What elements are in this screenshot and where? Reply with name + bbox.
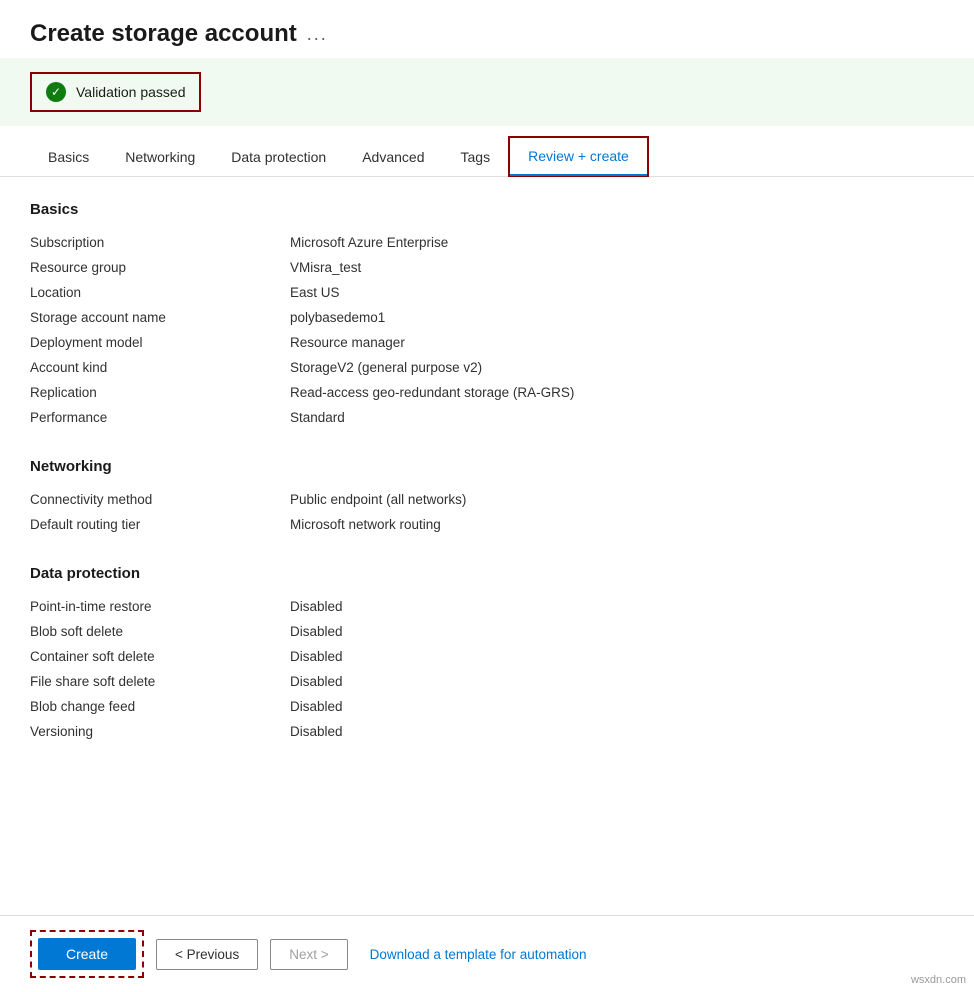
row-value: Disabled xyxy=(290,719,944,744)
networking-table: Connectivity methodPublic endpoint (all … xyxy=(30,487,944,537)
table-row: Account kindStorageV2 (general purpose v… xyxy=(30,355,944,380)
tab-networking[interactable]: Networking xyxy=(107,139,213,177)
page-ellipsis: ... xyxy=(307,24,328,45)
table-row: Container soft deleteDisabled xyxy=(30,644,944,669)
basics-section-title: Basics xyxy=(30,201,944,218)
row-value: East US xyxy=(290,280,944,305)
tab-advanced[interactable]: Advanced xyxy=(344,139,442,177)
table-row: Blob soft deleteDisabled xyxy=(30,619,944,644)
tab-tags[interactable]: Tags xyxy=(443,139,509,177)
row-label: Blob soft delete xyxy=(30,619,290,644)
networking-section-title: Networking xyxy=(30,458,944,475)
data-protection-table: Point-in-time restoreDisabledBlob soft d… xyxy=(30,594,944,744)
row-label: Location xyxy=(30,280,290,305)
tab-review-create[interactable]: Review + create xyxy=(510,138,647,176)
basics-section: Basics SubscriptionMicrosoft Azure Enter… xyxy=(30,201,944,430)
row-value: VMisra_test xyxy=(290,255,944,280)
data-protection-section: Data protection Point-in-time restoreDis… xyxy=(30,565,944,744)
validation-passed-icon: ✓ xyxy=(46,82,66,102)
tab-data-protection[interactable]: Data protection xyxy=(213,139,344,177)
table-row: Storage account namepolybasedemo1 xyxy=(30,305,944,330)
download-template-link[interactable]: Download a template for automation xyxy=(370,947,587,962)
validation-text: Validation passed xyxy=(76,84,185,100)
row-value: Disabled xyxy=(290,694,944,719)
tabs-bar: Basics Networking Data protection Advanc… xyxy=(0,136,974,177)
next-button[interactable]: Next > xyxy=(270,939,347,970)
table-row: Deployment modelResource manager xyxy=(30,330,944,355)
previous-button[interactable]: < Previous xyxy=(156,939,258,970)
row-value: polybasedemo1 xyxy=(290,305,944,330)
row-value: Disabled xyxy=(290,669,944,694)
row-label: Point-in-time restore xyxy=(30,594,290,619)
table-row: SubscriptionMicrosoft Azure Enterprise xyxy=(30,230,944,255)
table-row: Resource groupVMisra_test xyxy=(30,255,944,280)
row-label: Container soft delete xyxy=(30,644,290,669)
row-label: Default routing tier xyxy=(30,512,290,537)
row-value: Disabled xyxy=(290,644,944,669)
row-label: Deployment model xyxy=(30,330,290,355)
table-row: LocationEast US xyxy=(30,280,944,305)
row-value: Microsoft network routing xyxy=(290,512,944,537)
table-row: ReplicationRead-access geo-redundant sto… xyxy=(30,380,944,405)
row-value: Microsoft Azure Enterprise xyxy=(290,230,944,255)
basics-table: SubscriptionMicrosoft Azure EnterpriseRe… xyxy=(30,230,944,430)
table-row: Connectivity methodPublic endpoint (all … xyxy=(30,487,944,512)
table-row: File share soft deleteDisabled xyxy=(30,669,944,694)
page-title: Create storage account xyxy=(30,20,297,48)
networking-section: Networking Connectivity methodPublic end… xyxy=(30,458,944,537)
table-row: Blob change feedDisabled xyxy=(30,694,944,719)
watermark: wsxdn.com xyxy=(911,974,966,986)
row-label: Versioning xyxy=(30,719,290,744)
validation-box: ✓ Validation passed xyxy=(30,72,201,112)
row-value: StorageV2 (general purpose v2) xyxy=(290,355,944,380)
tab-basics[interactable]: Basics xyxy=(30,139,107,177)
table-row: VersioningDisabled xyxy=(30,719,944,744)
row-label: Resource group xyxy=(30,255,290,280)
create-button-wrapper: Create xyxy=(30,930,144,978)
footer-bar: Create < Previous Next > Download a temp… xyxy=(0,915,974,992)
row-value: Disabled xyxy=(290,594,944,619)
row-label: Storage account name xyxy=(30,305,290,330)
tab-review-create-box: Review + create xyxy=(508,136,649,177)
row-label: File share soft delete xyxy=(30,669,290,694)
row-value: Read-access geo-redundant storage (RA-GR… xyxy=(290,380,944,405)
table-row: PerformanceStandard xyxy=(30,405,944,430)
row-label: Replication xyxy=(30,380,290,405)
content-area: Basics SubscriptionMicrosoft Azure Enter… xyxy=(0,177,974,796)
validation-banner-wrapper: ✓ Validation passed xyxy=(0,58,974,126)
row-label: Connectivity method xyxy=(30,487,290,512)
row-label: Performance xyxy=(30,405,290,430)
create-button[interactable]: Create xyxy=(38,938,136,970)
data-protection-section-title: Data protection xyxy=(30,565,944,582)
row-value: Public endpoint (all networks) xyxy=(290,487,944,512)
row-label: Account kind xyxy=(30,355,290,380)
row-value: Standard xyxy=(290,405,944,430)
row-label: Subscription xyxy=(30,230,290,255)
row-value: Disabled xyxy=(290,619,944,644)
row-label: Blob change feed xyxy=(30,694,290,719)
row-value: Resource manager xyxy=(290,330,944,355)
table-row: Point-in-time restoreDisabled xyxy=(30,594,944,619)
table-row: Default routing tierMicrosoft network ro… xyxy=(30,512,944,537)
